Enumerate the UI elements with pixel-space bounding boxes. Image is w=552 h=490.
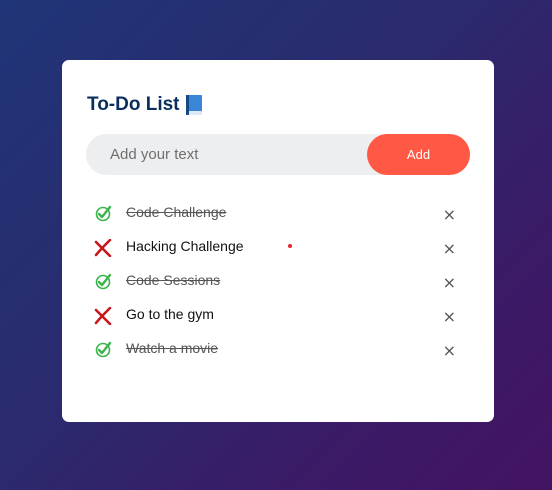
task-text[interactable]: Code Challenge xyxy=(126,204,226,220)
book-icon xyxy=(185,95,202,115)
task-list: Code Challenge × Hacking Challenge × Cod… xyxy=(94,201,464,371)
task-input-row: Add xyxy=(86,134,470,175)
task-input[interactable] xyxy=(86,134,366,175)
remove-task-button[interactable]: × xyxy=(443,275,456,291)
task-text[interactable]: Hacking Challenge xyxy=(126,238,244,254)
check-icon[interactable] xyxy=(94,205,112,223)
app-title-text: To-Do List xyxy=(87,94,180,115)
remove-task-button[interactable]: × xyxy=(443,241,456,257)
remove-task-button[interactable]: × xyxy=(443,309,456,325)
task-text[interactable]: Code Sessions xyxy=(126,272,220,288)
remove-task-button[interactable]: × xyxy=(443,207,456,223)
task-item[interactable]: Go to the gym × xyxy=(94,303,464,337)
task-text[interactable]: Go to the gym xyxy=(126,306,214,322)
check-icon[interactable] xyxy=(94,273,112,291)
todo-card: To-Do List Add Code Challenge × xyxy=(62,60,494,422)
cross-icon[interactable] xyxy=(94,238,112,258)
red-dot-marker xyxy=(288,244,292,248)
task-item[interactable]: Code Challenge × xyxy=(94,201,464,235)
cross-icon[interactable] xyxy=(94,306,112,326)
task-text[interactable]: Watch a movie xyxy=(126,340,218,356)
add-button[interactable]: Add xyxy=(367,134,470,175)
check-icon[interactable] xyxy=(94,341,112,359)
task-item[interactable]: Watch a movie × xyxy=(94,337,464,371)
task-item[interactable]: Hacking Challenge × xyxy=(94,235,464,269)
task-item[interactable]: Code Sessions × xyxy=(94,269,464,303)
app-title: To-Do List xyxy=(87,94,202,116)
remove-task-button[interactable]: × xyxy=(443,343,456,359)
